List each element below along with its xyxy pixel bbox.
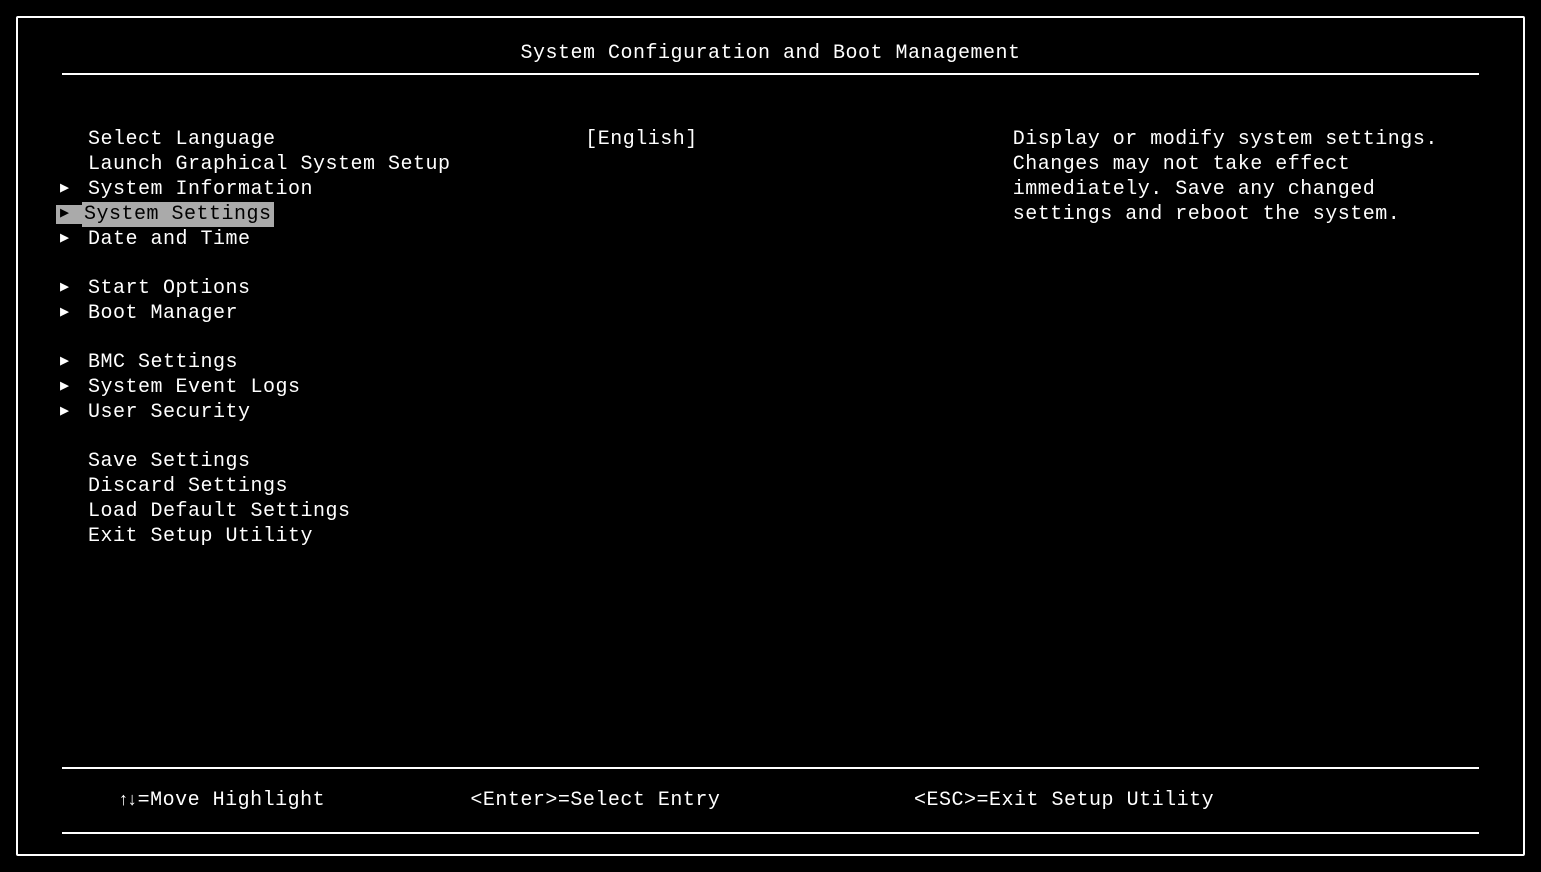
- footer-divider-top: [62, 767, 1479, 769]
- menu-item-system-event-logs[interactable]: ▶ System Event Logs: [86, 375, 585, 400]
- body-section: Select Language Launch Graphical System …: [18, 91, 1523, 767]
- menu-item-save-settings[interactable]: Save Settings: [86, 449, 585, 474]
- menu-item-system-information[interactable]: ▶ System Information: [86, 177, 585, 202]
- value-select-language[interactable]: [English]: [585, 127, 1013, 152]
- menu-label: System Information: [86, 177, 315, 202]
- menu-label: Select Language: [86, 127, 278, 152]
- submenu-arrow-icon: ▶: [60, 353, 86, 372]
- bios-frame: System Configuration and Boot Management…: [16, 16, 1525, 856]
- menu-label: Save Settings: [86, 449, 253, 474]
- menu-item-launch-graphical-setup[interactable]: Launch Graphical System Setup: [86, 152, 585, 177]
- menu-label: System Settings: [82, 202, 274, 227]
- help-column: Display or modify system settings. Chang…: [1013, 127, 1483, 767]
- menu-item-exit-setup-utility[interactable]: Exit Setup Utility: [86, 524, 585, 549]
- menu-label: Exit Setup Utility: [86, 524, 315, 549]
- menu-label: User Security: [86, 400, 253, 425]
- menu-label: Discard Settings: [86, 474, 290, 499]
- title-section: System Configuration and Boot Management: [18, 18, 1523, 91]
- language-value: [English]: [585, 127, 698, 152]
- submenu-arrow-icon: ▶: [56, 205, 82, 224]
- menu-item-boot-manager[interactable]: ▶ Boot Manager: [86, 301, 585, 326]
- submenu-arrow-icon: ▶: [60, 230, 86, 249]
- menu-label: Start Options: [86, 276, 253, 301]
- footer-section: ↑↓=Move Highlight <Enter>=Select Entry <…: [18, 767, 1523, 854]
- submenu-arrow-icon: ▶: [60, 378, 86, 397]
- submenu-arrow-icon: ▶: [60, 180, 86, 199]
- menu-label: Boot Manager: [86, 301, 240, 326]
- value-column: [English]: [585, 127, 1013, 767]
- menu-item-select-language[interactable]: Select Language: [86, 127, 585, 152]
- menu-group-4: Save Settings Discard Settings Load Defa…: [86, 449, 585, 549]
- menu-group-3: ▶ BMC Settings ▶ System Event Logs ▶ Use…: [86, 350, 585, 425]
- menu-label: Launch Graphical System Setup: [86, 152, 453, 177]
- key-hint-select: <Enter>=Select Entry: [470, 789, 914, 812]
- menu-item-start-options[interactable]: ▶ Start Options: [86, 276, 585, 301]
- menu-column: Select Language Launch Graphical System …: [58, 127, 585, 767]
- key-hint-move-label: =Move Highlight: [138, 789, 326, 812]
- menu-item-discard-settings[interactable]: Discard Settings: [86, 474, 585, 499]
- menu-label: Date and Time: [86, 227, 253, 252]
- submenu-arrow-icon: ▶: [60, 403, 86, 422]
- updown-arrow-icon: ↑↓: [118, 791, 136, 811]
- submenu-arrow-icon: ▶: [60, 304, 86, 323]
- menu-label: System Event Logs: [86, 375, 303, 400]
- page-title: System Configuration and Boot Management: [520, 42, 1020, 65]
- menu-item-user-security[interactable]: ▶ User Security: [86, 400, 585, 425]
- menu-label: BMC Settings: [86, 350, 240, 375]
- menu-item-load-default-settings[interactable]: Load Default Settings: [86, 499, 585, 524]
- menu-label: Load Default Settings: [86, 499, 353, 524]
- menu-group-1: Select Language Launch Graphical System …: [86, 127, 585, 252]
- menu-group-2: ▶ Start Options ▶ Boot Manager: [86, 276, 585, 326]
- submenu-arrow-icon: ▶: [60, 279, 86, 298]
- key-hint-move: ↑↓=Move Highlight: [118, 789, 470, 812]
- footer-divider-bottom: [62, 832, 1479, 834]
- key-hint-exit: <ESC>=Exit Setup Utility: [914, 789, 1423, 812]
- footer-keys: ↑↓=Move Highlight <Enter>=Select Entry <…: [58, 789, 1483, 812]
- menu-item-system-settings[interactable]: ▶ System Settings: [86, 202, 585, 227]
- help-text: Display or modify system settings. Chang…: [1013, 127, 1473, 227]
- menu-item-date-and-time[interactable]: ▶ Date and Time: [86, 227, 585, 252]
- menu-item-bmc-settings[interactable]: ▶ BMC Settings: [86, 350, 585, 375]
